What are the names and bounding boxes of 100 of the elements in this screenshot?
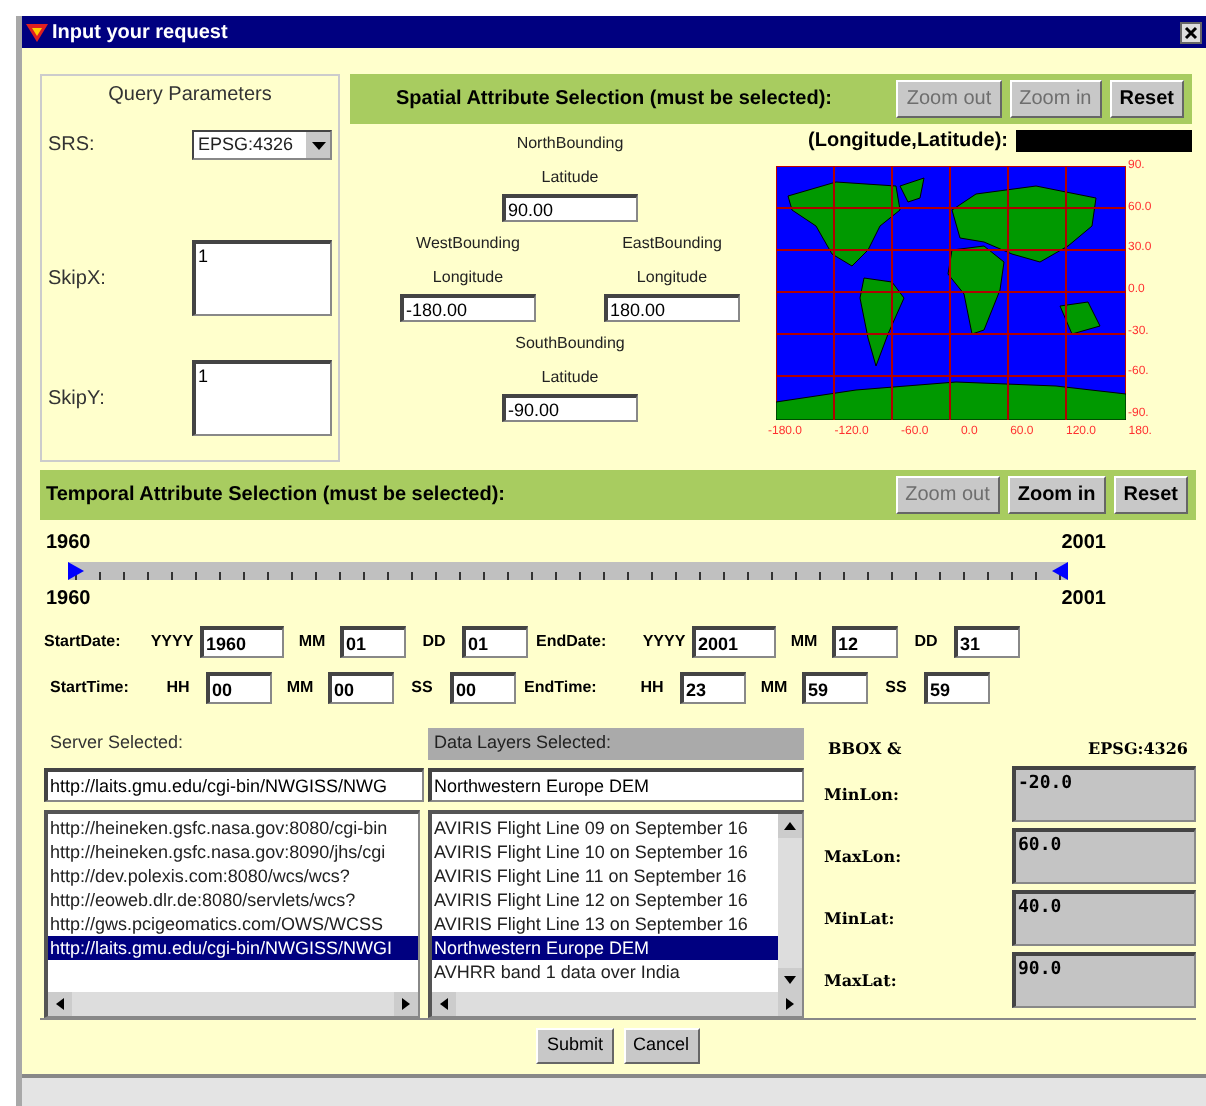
- list-item[interactable]: http://dev.polexis.com:8080/wcs/wcs?: [48, 863, 418, 888]
- input-field[interactable]: 1960: [200, 626, 284, 658]
- value-field[interactable]: 40.0: [1012, 890, 1196, 946]
- field-label: MinLon:: [822, 782, 899, 806]
- bbox-label: BBOX &: [828, 736, 902, 760]
- horizontal-scrollbar[interactable]: [432, 992, 802, 1016]
- window-title: Input your request: [52, 19, 230, 47]
- list-item[interactable]: AVHRR band 1 data over India: [432, 959, 778, 984]
- input-field[interactable]: 23: [680, 672, 746, 704]
- input-field[interactable]: 01: [340, 626, 406, 658]
- year-label: 2001: [1061, 530, 1106, 558]
- field-label: SkipY:: [48, 385, 105, 413]
- field-label: SouthBounding: [515, 332, 625, 356]
- section-title: Temporal Attribute Selection (must be selected):: [46, 482, 507, 510]
- unit-label: YYYY: [640, 630, 688, 654]
- dialog-button[interactable]: Submit: [536, 1028, 613, 1064]
- scroll-left-icon[interactable]: [432, 992, 456, 1016]
- list-box[interactable]: [428, 809, 804, 1018]
- app-icon: [26, 21, 48, 43]
- list-item[interactable]: AVIRIS Flight Line 09 on September 16: [432, 815, 778, 840]
- scroll-up-icon[interactable]: [778, 813, 802, 838]
- list-item[interactable]: AVIRIS Flight Line 10 on September 16: [432, 839, 778, 864]
- list-item[interactable]: http://heineken.gsfc.nasa.gov:8090/jhs/cgi: [48, 839, 418, 864]
- input-field[interactable]: 90.00: [502, 194, 638, 222]
- input-field[interactable]: 31: [954, 626, 1020, 658]
- field-label: Latitude: [541, 366, 599, 390]
- input-field[interactable]: 2001: [692, 626, 776, 658]
- zoom-button[interactable]: Zoom in: [1007, 476, 1106, 514]
- time-slider-track[interactable]: [68, 562, 1068, 580]
- scroll-right-icon[interactable]: [394, 992, 418, 1016]
- input-field[interactable]: 180.00: [604, 294, 740, 322]
- value-field[interactable]: -20.0: [1012, 766, 1196, 822]
- world-map-drawing[interactable]: [776, 166, 1126, 420]
- field-label: StartTime:: [50, 676, 131, 700]
- panel-title: Query Parameters: [108, 82, 272, 110]
- input-field[interactable]: 01: [462, 626, 528, 658]
- year-label: 1960: [46, 586, 91, 614]
- list-item[interactable]: http://heineken.gsfc.nasa.gov:8080/cgi-bin: [48, 815, 418, 840]
- reset-button[interactable]: Reset: [1109, 80, 1184, 118]
- list-item[interactable]: AVIRIS Flight Line 12 on September 16: [432, 887, 778, 912]
- scroll-left-icon[interactable]: [48, 992, 72, 1016]
- list-item[interactable]: AVIRIS Flight Line 11 on September 16: [432, 863, 778, 888]
- value-field[interactable]: 90.0: [1012, 952, 1196, 1008]
- unit-label: MM: [758, 676, 790, 700]
- list-item[interactable]: http://gws.pcigeomatics.com/OWS/WCSS: [48, 911, 418, 936]
- close-button[interactable]: [1180, 21, 1202, 43]
- field-label: Longitude: [636, 266, 708, 290]
- field-label: SkipX:: [48, 265, 106, 293]
- unit-label: HH: [638, 676, 666, 700]
- section-title: Spatial Attribute Selection (must be selected):: [396, 86, 835, 114]
- field-label: EndDate:: [536, 630, 609, 654]
- unit-label: MM: [788, 630, 820, 654]
- unit-label: YYYY: [148, 630, 196, 654]
- horizontal-scrollbar[interactable]: [48, 992, 418, 1016]
- slider-thumb[interactable]: [68, 562, 84, 580]
- reset-button[interactable]: Reset: [1113, 476, 1188, 514]
- field-label: Longitude: [432, 266, 504, 290]
- unit-label: MM: [284, 676, 316, 700]
- unit-label: SS: [409, 676, 435, 700]
- field-label: MaxLon:: [822, 844, 902, 868]
- value-field[interactable]: 60.0: [1012, 828, 1196, 884]
- srs-dropdown[interactable]: EPSG:4326: [192, 130, 332, 160]
- unit-label: HH: [164, 676, 192, 700]
- input-field[interactable]: 59: [924, 672, 990, 704]
- field-label: MinLat:: [822, 906, 895, 930]
- field-label: EndTime:: [524, 676, 599, 700]
- input-field[interactable]: 00: [450, 672, 516, 704]
- crs-label: EPSG:4326: [1088, 736, 1188, 760]
- list-box[interactable]: [44, 809, 420, 1018]
- list-item[interactable]: http://laits.gmu.edu/cgi-bin/NWGISS/NWGI: [48, 935, 418, 960]
- input-field[interactable]: 00: [328, 672, 394, 704]
- input-field[interactable]: -90.00: [502, 394, 638, 422]
- input-field[interactable]: 12: [832, 626, 898, 658]
- input-field[interactable]: -180.00: [400, 294, 536, 322]
- dialog-button[interactable]: Cancel: [623, 1028, 700, 1064]
- scroll-right-icon[interactable]: [778, 992, 802, 1016]
- field-label: NorthBounding: [516, 132, 624, 156]
- list-label: Server Selected:: [50, 730, 184, 757]
- list-item[interactable]: Northwestern Europe DEM: [432, 935, 778, 960]
- unit-label: MM: [296, 630, 328, 654]
- vertical-scrollbar[interactable]: [778, 813, 802, 992]
- scroll-down-icon[interactable]: [778, 968, 802, 992]
- field-label: Latitude: [541, 166, 599, 190]
- coordinate-label: (Longitude,Latitude):: [808, 128, 1008, 156]
- list-header: Data Layers Selected:: [428, 728, 804, 760]
- field-label: StartDate:: [44, 630, 123, 654]
- text-area[interactable]: 1: [192, 240, 332, 316]
- combo-field[interactable]: Northwestern Europe DEM: [428, 767, 804, 802]
- year-label: 1960: [46, 530, 91, 558]
- input-field[interactable]: 59: [802, 672, 868, 704]
- list-item[interactable]: http://eoweb.dlr.de:8080/servlets/wcs?: [48, 887, 418, 912]
- list-item[interactable]: AVIRIS Flight Line 13 on September 16: [432, 911, 778, 936]
- combo-field[interactable]: http://laits.gmu.edu/cgi-bin/NWGISS/NWG: [44, 767, 424, 802]
- slider-thumb[interactable]: [1052, 562, 1068, 580]
- text-area[interactable]: 1: [192, 360, 332, 436]
- field-label: SRS:: [48, 132, 95, 160]
- field-label: MaxLat:: [822, 968, 897, 992]
- year-label: 2001: [1061, 586, 1106, 614]
- input-field[interactable]: 00: [206, 672, 272, 704]
- unit-label: SS: [883, 676, 909, 700]
